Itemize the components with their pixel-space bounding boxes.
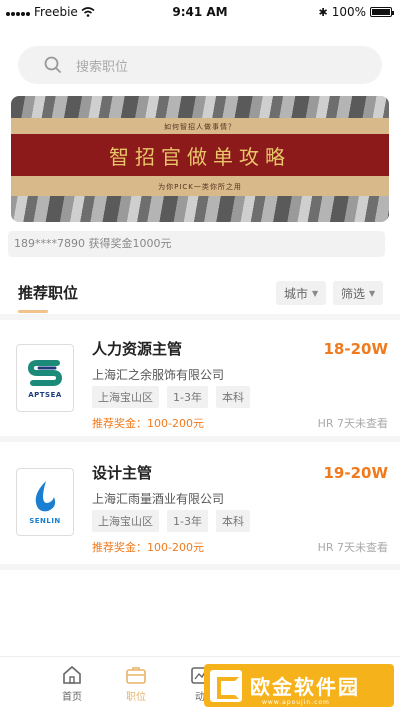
- hr-status: HR 7天未查看: [317, 417, 388, 430]
- location-tag: 上海宝山区: [92, 510, 159, 532]
- banner-frame: 如何智招人做事情？ 智招官做单攻略 为你PICK一类你所之用: [11, 118, 389, 196]
- banner-title-band: 智招官做单攻略: [11, 134, 389, 176]
- banner-subtitle: 如何智招人做事情？: [164, 123, 236, 131]
- aptsea-logo-icon: [27, 360, 63, 386]
- briefcase-icon: [126, 667, 146, 684]
- experience-tag: 1-3年: [167, 386, 208, 408]
- education-tag: 本科: [215, 510, 250, 532]
- logo-text: SENLIN: [29, 517, 61, 525]
- referral-reward: 推荐奖金：100-200元: [92, 417, 204, 430]
- chevron-down-icon: ▼: [369, 288, 376, 298]
- company-logo: APTSEA: [16, 344, 74, 412]
- job-title: 人力资源主管: [92, 340, 183, 358]
- promo-banner[interactable]: 如何智招人做事情？ 智招官做单攻略 为你PICK一类你所之用: [11, 96, 389, 222]
- status-bar: Freebie 9:41 AM ✱ 100%: [0, 0, 400, 24]
- battery-status: ✱ 100%: [318, 5, 394, 19]
- section-underline: [18, 310, 48, 313]
- banner-title: 智招官做单攻略: [109, 144, 291, 169]
- screen-filter-label: 筛选: [341, 286, 366, 301]
- chevron-down-icon: ▼: [312, 288, 319, 298]
- company-name: 上海汇雨量酒业有限公司: [92, 492, 225, 506]
- company-logo: SENLIN: [16, 468, 74, 536]
- location-tag: 上海宝山区: [92, 386, 159, 408]
- reward-ticker: 189****7890 获得奖金1000元: [8, 231, 385, 257]
- search-icon: [44, 56, 62, 74]
- watermark-text: 欧金软件园: [250, 675, 360, 699]
- section-title: 推荐职位: [18, 284, 79, 302]
- job-tags: 上海宝山区 1-3年 本科: [92, 386, 250, 408]
- bluetooth-icon: ✱: [318, 5, 328, 19]
- home-icon: [63, 665, 81, 684]
- tab-home[interactable]: 首页: [46, 665, 98, 703]
- battery-percent: 100%: [331, 5, 366, 19]
- experience-tag: 1-3年: [167, 510, 208, 532]
- referral-reward: 推荐奖金：100-200元: [92, 541, 204, 554]
- tab-home-label: 首页: [62, 692, 82, 703]
- job-title: 设计主管: [92, 464, 153, 482]
- site-watermark: 欧金软件园 www.apoujin.com: [204, 664, 394, 707]
- job-salary: 18-20W: [323, 340, 388, 358]
- logo-text: APTSEA: [28, 391, 62, 399]
- job-card[interactable]: SENLIN 设计主管 19-20W 上海汇雨量酒业有限公司 上海宝山区 1-3…: [0, 444, 400, 562]
- education-tag: 本科: [215, 386, 250, 408]
- hr-status: HR 7天未查看: [317, 541, 388, 554]
- company-name: 上海汇之余服饰有限公司: [92, 368, 225, 382]
- city-filter-label: 城市: [284, 286, 309, 301]
- watermark-url: www.apoujin.com: [262, 699, 330, 706]
- divider: [0, 564, 400, 570]
- job-card[interactable]: APTSEA 人力资源主管 18-20W 上海汇之余服饰有限公司 上海宝山区 1…: [0, 320, 400, 438]
- job-tags: 上海宝山区 1-3年 本科: [92, 510, 250, 532]
- screen-filter-button[interactable]: 筛选 ▼: [333, 281, 384, 305]
- banner-footer: 为你PICK一类你所之用: [158, 183, 242, 191]
- tab-jobs[interactable]: 职位: [110, 665, 162, 703]
- search-input[interactable]: 搜索职位: [76, 56, 128, 75]
- search-bar[interactable]: 搜索职位: [18, 46, 382, 84]
- senlin-logo-icon: [35, 481, 56, 512]
- city-filter-button[interactable]: 城市 ▼: [276, 281, 327, 305]
- tab-jobs-label: 职位: [126, 692, 146, 703]
- battery-icon: [370, 7, 394, 17]
- battery-fill: [372, 9, 390, 15]
- watermark-logo-icon: [210, 669, 242, 702]
- divider: [0, 436, 400, 442]
- job-salary: 19-20W: [323, 464, 388, 482]
